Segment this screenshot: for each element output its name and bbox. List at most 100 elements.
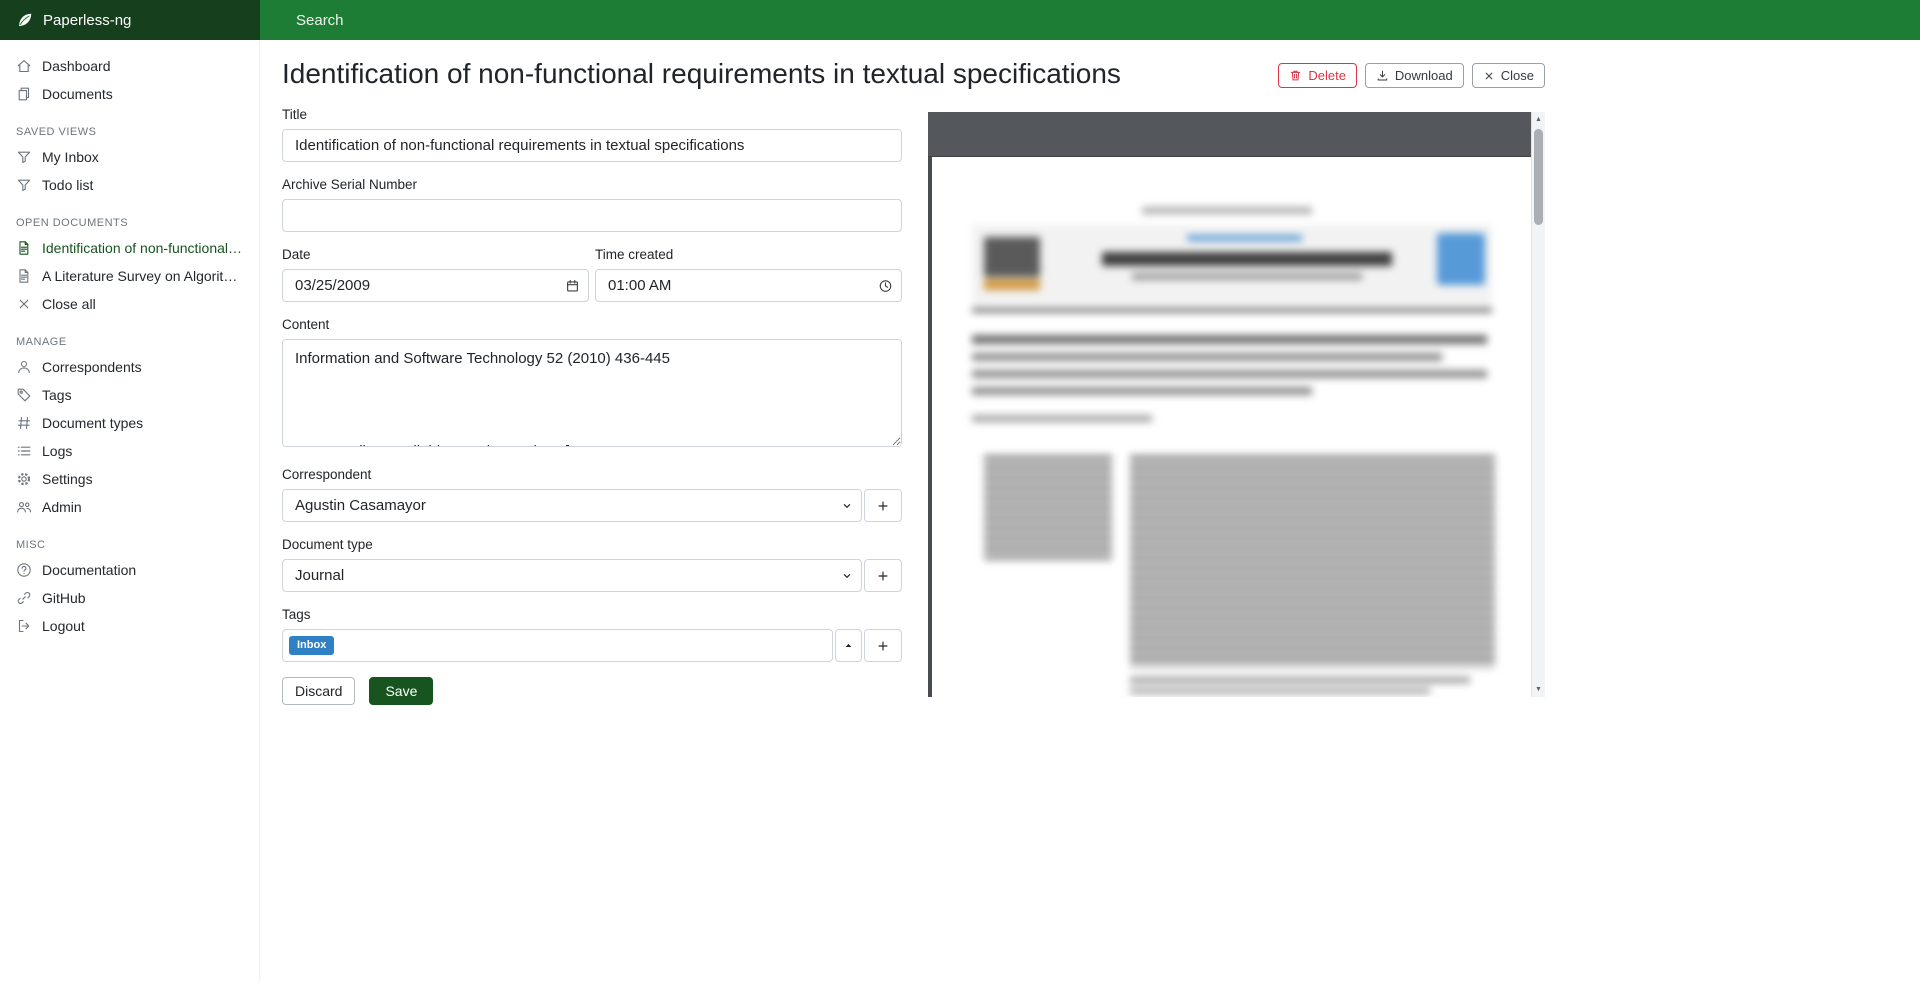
close-button[interactable]: Close (1472, 63, 1545, 88)
house-icon (16, 58, 32, 74)
sidebar-item-logout[interactable]: Logout (0, 612, 259, 640)
leaf-logo-icon (16, 11, 34, 29)
save-button-label: Save (385, 683, 417, 699)
search-bar (260, 0, 1920, 40)
sidebar-section-open-documents: OPEN DOCUMENTS (0, 212, 259, 234)
sidebar-item-document-types[interactable]: Document types (0, 409, 259, 437)
question-circle-icon (16, 562, 32, 578)
title-field-group: Title (282, 107, 902, 162)
funnel-icon (16, 177, 32, 193)
sidebar-item-label: Correspondents (42, 359, 142, 375)
sidebar-section-saved-views: SAVED VIEWS (0, 121, 259, 143)
tag-icon (16, 387, 32, 403)
delete-button[interactable]: Delete (1278, 63, 1357, 88)
sidebar-item-label: Identification of non-functional require… (42, 240, 243, 256)
files-icon (16, 86, 32, 102)
sidebar-item-label: Tags (42, 387, 72, 403)
sidebar-item-tags[interactable]: Tags (0, 381, 259, 409)
hash-icon (16, 415, 32, 431)
pdf-page (932, 157, 1531, 697)
funnel-icon (16, 149, 32, 165)
sidebar-item-label: GitHub (42, 590, 86, 606)
sidebar-item-admin[interactable]: Admin (0, 493, 259, 521)
topbar: Paperless-ng (0, 0, 1920, 40)
file-text-icon (16, 240, 32, 256)
person-icon (16, 359, 32, 375)
sidebar-open-document-2[interactable]: A Literature Survey on Algorithms for Mu… (0, 262, 259, 290)
sidebar-item-github[interactable]: GitHub (0, 584, 259, 612)
people-icon (16, 499, 32, 515)
trash-icon (1289, 69, 1302, 82)
pdf-viewport[interactable] (928, 157, 1531, 697)
save-button[interactable]: Save (369, 677, 433, 705)
caret-up-icon (843, 640, 854, 651)
sidebar-item-logs[interactable]: Logs (0, 437, 259, 465)
sidebar-item-label: Admin (42, 499, 82, 515)
pdf-page-blurred-content (932, 157, 1531, 697)
plus-icon (876, 499, 890, 513)
date-field-group: Date (282, 247, 589, 302)
asn-label: Archive Serial Number (282, 177, 902, 192)
correspondent-label: Correspondent (282, 467, 902, 482)
sidebar: Dashboard Documents SAVED VIEWS My Inbox… (0, 40, 260, 981)
scroll-down-arrow[interactable]: ▼ (1532, 682, 1545, 697)
content-label: Content (282, 317, 902, 332)
sidebar-item-dashboard[interactable]: Dashboard (0, 52, 259, 80)
close-button-label: Close (1501, 68, 1534, 83)
download-button[interactable]: Download (1365, 63, 1464, 88)
title-input[interactable] (282, 129, 902, 162)
sidebar-item-label: Dashboard (42, 58, 111, 74)
link-icon (16, 590, 32, 606)
tags-input[interactable]: Inbox (282, 629, 833, 662)
sidebar-open-document-1[interactable]: Identification of non-functional require… (0, 234, 259, 262)
sidebar-item-label: Settings (42, 471, 93, 487)
sidebar-item-my-inbox[interactable]: My Inbox (0, 143, 259, 171)
document-type-select[interactable]: Journal (282, 559, 862, 592)
correspondent-field-group: Correspondent Agustin Casamayor (282, 467, 902, 522)
sidebar-section-manage: MANAGE (0, 331, 259, 353)
pdf-scrollbar[interactable]: ▲ ▼ (1531, 112, 1545, 697)
sidebar-item-documents[interactable]: Documents (0, 80, 259, 108)
correspondent-select[interactable]: Agustin Casamayor (282, 489, 862, 522)
delete-button-label: Delete (1308, 68, 1346, 83)
download-button-label: Download (1395, 68, 1453, 83)
page-title: Identification of non-functional require… (282, 58, 1121, 90)
search-input[interactable] (296, 12, 1270, 29)
sidebar-item-todo-list[interactable]: Todo list (0, 171, 259, 199)
content-textarea[interactable]: Information and Software Technology 52 (… (282, 339, 902, 447)
tag-chip-inbox[interactable]: Inbox (289, 636, 334, 655)
document-type-label: Document type (282, 537, 902, 552)
tags-label: Tags (282, 607, 902, 622)
scroll-up-arrow[interactable]: ▲ (1532, 112, 1545, 127)
add-correspondent-button[interactable] (864, 489, 902, 522)
discard-button[interactable]: Discard (282, 677, 355, 705)
asn-input[interactable] (282, 199, 902, 232)
sidebar-item-settings[interactable]: Settings (0, 465, 259, 493)
sidebar-item-label: Documents (42, 86, 113, 102)
plus-icon (876, 569, 890, 583)
sidebar-item-correspondents[interactable]: Correspondents (0, 353, 259, 381)
sidebar-item-close-all[interactable]: Close all (0, 290, 259, 318)
date-time-row: Date Time created (282, 247, 902, 302)
sidebar-section-misc: MISC (0, 534, 259, 556)
asn-field-group: Archive Serial Number (282, 177, 902, 232)
sidebar-item-documentation[interactable]: Documentation (0, 556, 259, 584)
time-created-input[interactable] (595, 269, 902, 302)
pdf-toolbar (928, 112, 1531, 157)
sidebar-item-label: My Inbox (42, 149, 99, 165)
download-icon (1376, 69, 1389, 82)
tags-collapse-button[interactable] (835, 629, 862, 662)
sidebar-item-label: Logout (42, 618, 85, 634)
date-input[interactable] (282, 269, 589, 302)
brand[interactable]: Paperless-ng (0, 0, 260, 40)
scroll-thumb[interactable] (1534, 129, 1543, 225)
sidebar-item-label: Logs (42, 443, 72, 459)
add-document-type-button[interactable] (864, 559, 902, 592)
document-actions: Delete Download Close (1278, 63, 1545, 88)
sidebar-item-label: Todo list (42, 177, 93, 193)
pdf-preview: ▲ ▼ (928, 112, 1545, 697)
add-tag-button[interactable] (864, 629, 902, 662)
page-header: Identification of non-functional require… (282, 58, 1545, 90)
time-field-group: Time created (595, 247, 902, 302)
gear-icon (16, 471, 32, 487)
